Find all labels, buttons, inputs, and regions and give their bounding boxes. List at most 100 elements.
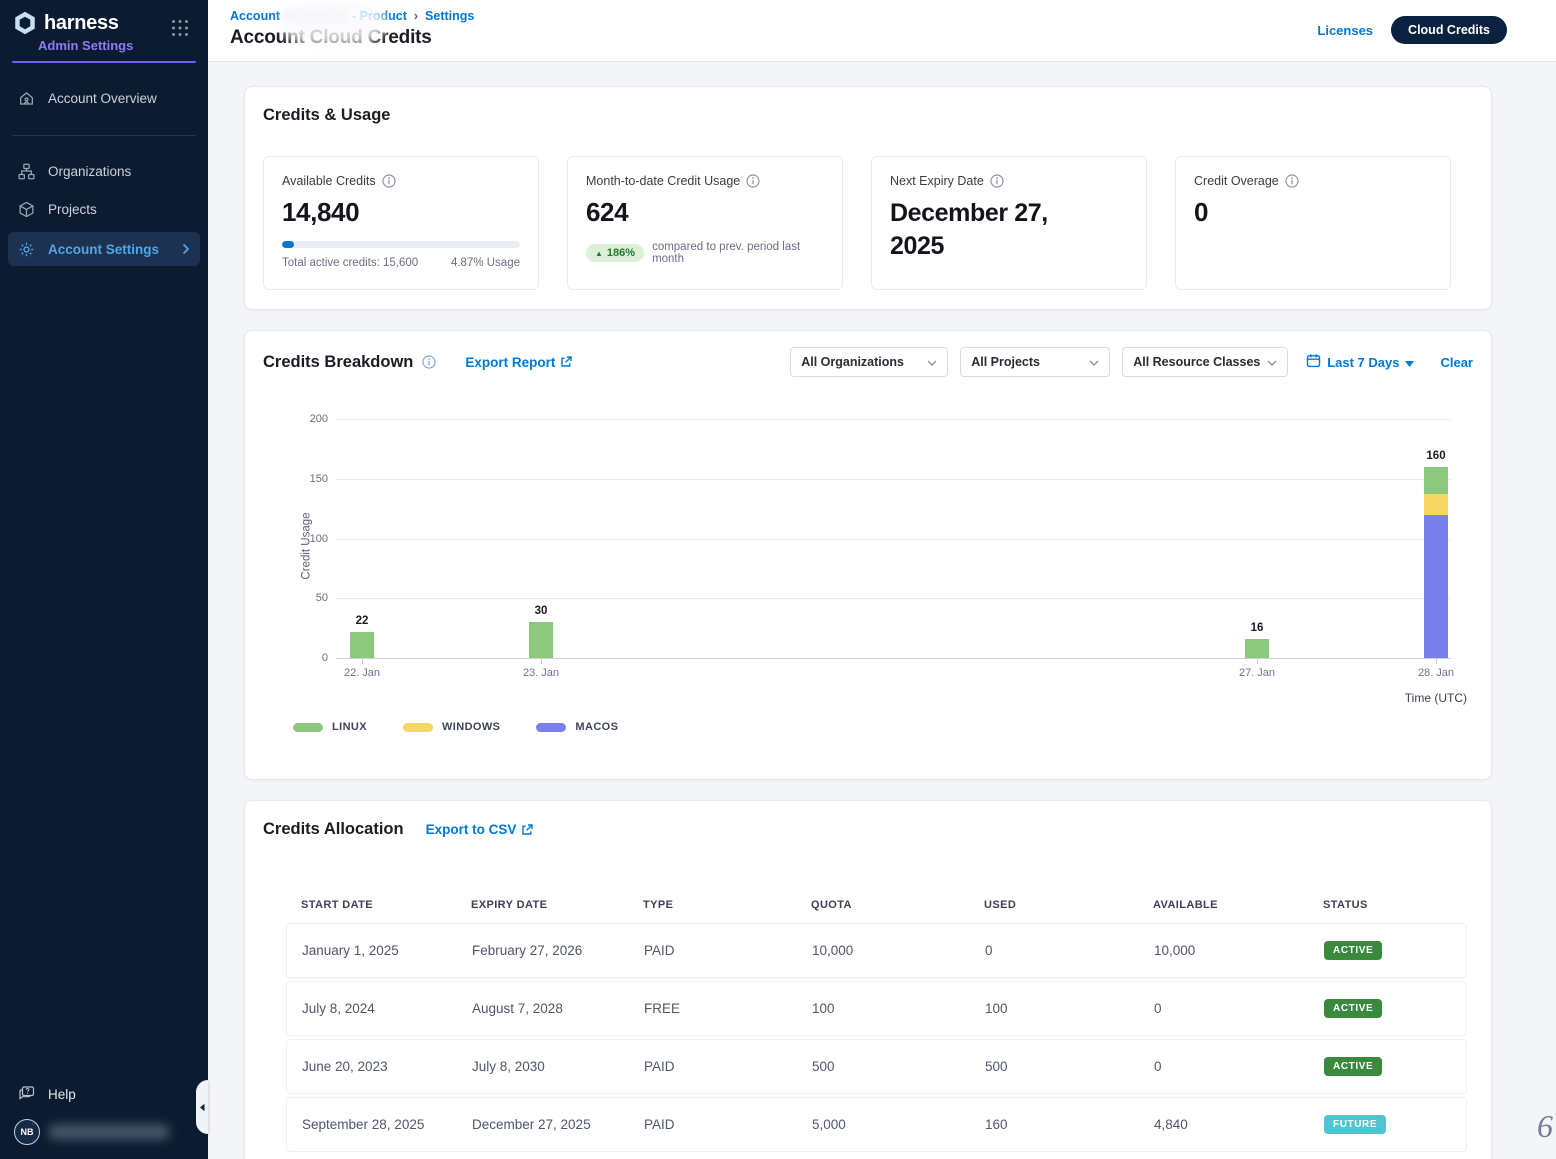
stat-footer-right: 4.87% Usage [451, 257, 520, 269]
y-tick-label: 100 [288, 533, 328, 545]
bar-stack-23Jan[interactable] [529, 622, 553, 658]
sidebar-item-label: Organizations [48, 164, 131, 179]
sidebar-item-organizations[interactable]: Organizations [0, 152, 208, 190]
licenses-link[interactable]: Licenses [1317, 23, 1373, 38]
stat-label-row: Credit Overage [1194, 174, 1432, 188]
legend-item-macos[interactable]: MACOS [536, 721, 618, 733]
table-cell: February 27, 2026 [457, 924, 629, 977]
y-tick-label: 50 [288, 592, 328, 604]
chevron-down-icon [1267, 355, 1277, 369]
bar-total-label: 160 [1401, 450, 1471, 462]
cloud-credits-button[interactable]: Cloud Credits [1391, 16, 1507, 44]
help-item[interactable]: Help [0, 1077, 208, 1111]
sidebar-item-account-overview[interactable]: Account Overview [0, 79, 208, 117]
stat-label: Next Expiry Date [890, 174, 984, 188]
calendar-icon [1306, 353, 1321, 371]
status-badge: FUTURE [1324, 1115, 1386, 1134]
sidebar-item-account-settings[interactable]: Account Settings [8, 232, 200, 266]
table-cell: 100 [970, 982, 1139, 1035]
avatar-row: NB [0, 1111, 208, 1145]
filter-select-value: All Resource Classes [1133, 355, 1260, 369]
breadcrumb-settings[interactable]: Settings [425, 9, 474, 23]
x-tick-label: 23. Jan [506, 667, 576, 679]
harness-logo-icon [12, 10, 38, 36]
table-cell: 5,000 [797, 1098, 970, 1151]
legend-item-windows[interactable]: WINDOWS [403, 721, 500, 733]
clear-filters-button[interactable]: Clear [1440, 355, 1473, 370]
info-icon[interactable] [990, 174, 1004, 188]
stat-card-overage: Credit Overage 0 [1175, 156, 1451, 290]
stat-card-expiry: Next Expiry Date December 27, 2025 [871, 156, 1147, 290]
breadcrumb-product[interactable]: - Product [352, 9, 407, 23]
export-report-link[interactable]: Export Report [465, 355, 572, 370]
stat-value: 14,840 [282, 197, 520, 228]
filter-select-projects[interactable]: All Projects [960, 347, 1110, 377]
table-row: June 20, 2023July 8, 2030PAID5005000ACTI… [286, 1039, 1467, 1094]
stat-label: Month-to-date Credit Usage [586, 174, 740, 188]
apps-grid-icon[interactable] [170, 18, 190, 38]
bar-stack-22Jan[interactable] [350, 632, 374, 658]
breadcrumb-account[interactable]: Account [230, 9, 280, 23]
cube-icon [18, 201, 35, 218]
legend-swatch [403, 723, 433, 732]
allocation-header: Credits Allocation Export to CSV [263, 820, 533, 839]
page-title: Account Cloud Credits [230, 27, 432, 49]
sidebar-nav: Account Overview Organizations Projects Acc… [0, 79, 208, 266]
legend-item-linux[interactable]: LINUX [293, 721, 367, 733]
bar-total-label: 30 [506, 605, 576, 617]
table-cell: 500 [797, 1040, 970, 1093]
admin-settings-label: Admin Settings [38, 38, 208, 53]
breakdown-title: Credits Breakdown [263, 353, 413, 372]
table-cell: August 7, 2028 [457, 982, 629, 1035]
x-tick [362, 659, 363, 664]
nav-divider [12, 135, 196, 136]
stat-value: 624 [586, 197, 824, 228]
sidebar-item-label: Account Settings [48, 242, 159, 257]
stat-value: 0 [1194, 197, 1432, 228]
bar-segment-linux [350, 632, 374, 658]
sidebar-collapse-tab[interactable] [196, 1080, 208, 1134]
progress-bar [282, 241, 520, 248]
user-avatar[interactable]: NB [14, 1119, 40, 1145]
info-icon[interactable] [1285, 174, 1299, 188]
trend-note: compared to prev. period last month [652, 241, 824, 265]
info-icon[interactable] [746, 174, 760, 188]
table-cell: 0 [1139, 982, 1309, 1035]
status-badge: ACTIVE [1324, 1057, 1382, 1076]
stat-footer-left: Total active credits: 15,600 [282, 257, 418, 269]
stat-card-available: Available Credits14,840Total active cred… [263, 156, 539, 290]
info-icon[interactable] [382, 174, 396, 188]
filter-select-resource-classes[interactable]: All Resource Classes [1122, 347, 1288, 377]
collapse-left-icon [199, 1103, 205, 1112]
trend-badge: ▲186% [586, 244, 644, 262]
bar-stack-28Jan[interactable] [1424, 467, 1448, 658]
allocation-title: Credits Allocation [263, 820, 404, 839]
gridline [336, 539, 1451, 540]
table-header-cell: AVAILABLE [1138, 893, 1308, 917]
table-cell: ACTIVE [1309, 1040, 1468, 1093]
bar-stack-27Jan[interactable] [1245, 639, 1269, 658]
sidebar: harness Admin Settings Account OverviewO… [0, 0, 208, 1159]
gridline [336, 479, 1451, 480]
stat-value: December 27, 2025 [890, 197, 1075, 262]
table-header-cell: EXPIRY DATE [456, 893, 628, 917]
bar-segment-linux [1245, 639, 1269, 658]
export-csv-link[interactable]: Export to CSV [426, 822, 534, 837]
table-cell: December 27, 2025 [457, 1098, 629, 1151]
info-icon[interactable] [422, 355, 436, 369]
sidebar-item-projects[interactable]: Projects [0, 190, 208, 228]
table-cell: PAID [629, 1040, 797, 1093]
table-cell: 0 [1139, 1040, 1309, 1093]
stat-label-row: Month-to-date Credit Usage [586, 174, 824, 188]
x-tick-label: 27. Jan [1222, 667, 1292, 679]
date-range-button[interactable]: Last 7 Days [1306, 353, 1414, 371]
x-tick [1436, 659, 1437, 664]
table-header-cell: TYPE [628, 893, 796, 917]
table-header-cell: START DATE [286, 893, 456, 917]
header-actions: Licenses Cloud Credits [1317, 16, 1507, 44]
breakdown-header-left: Credits Breakdown Export Report [263, 353, 572, 372]
accent-divider [12, 61, 196, 63]
filter-select-organizations[interactable]: All Organizations [790, 347, 948, 377]
table-row: January 1, 2025February 27, 2026PAID10,0… [286, 923, 1467, 978]
credits-usage-title: Credits & Usage [263, 106, 390, 125]
